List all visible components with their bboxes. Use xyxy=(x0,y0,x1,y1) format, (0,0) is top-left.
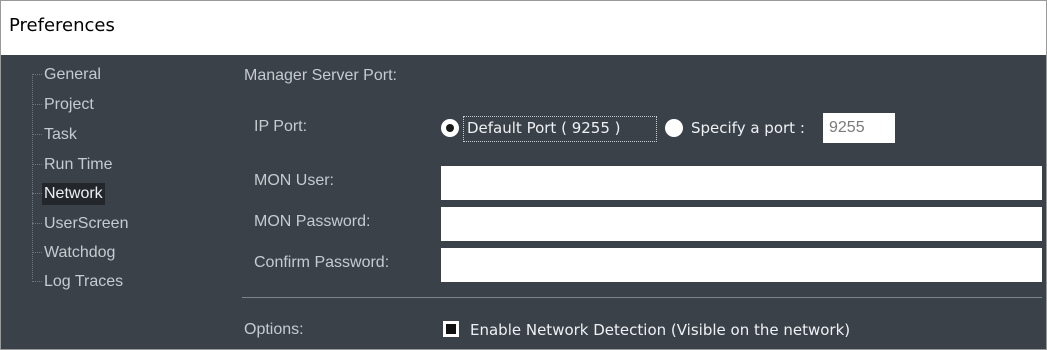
tree-item-label: Project xyxy=(44,96,94,113)
tree-item-label: UserScreen xyxy=(44,215,129,232)
confirm-password-label: Confirm Password: xyxy=(254,254,390,271)
tree-item-label: Network xyxy=(42,183,105,205)
ip-port-label: IP Port: xyxy=(254,118,308,135)
enable-network-detection-label[interactable]: Enable Network Detection (Visible on the… xyxy=(470,321,850,339)
specify-port-radio[interactable] xyxy=(665,119,683,137)
port-number-input[interactable]: 9255 xyxy=(823,113,895,143)
preferences-window: Preferences General Project Task Run Tim… xyxy=(0,0,1047,350)
tree-item-project[interactable]: Project xyxy=(32,93,172,117)
tree-item-general[interactable]: General xyxy=(32,63,172,87)
tree-item-run-time[interactable]: Run Time xyxy=(32,153,172,177)
options-label: Options: xyxy=(244,321,304,338)
section-title-manager-server-port: Manager Server Port: xyxy=(244,67,397,84)
default-port-radio[interactable] xyxy=(441,119,459,137)
enable-network-detection-checkbox[interactable] xyxy=(443,321,459,337)
mon-password-label: MON Password: xyxy=(254,213,371,230)
tree-item-label: Task xyxy=(44,126,77,143)
specify-port-label[interactable]: Specify a port : xyxy=(691,119,805,137)
tree-item-log-traces[interactable]: Log Traces xyxy=(32,270,172,294)
tree-item-label: Log Traces xyxy=(44,273,124,290)
section-divider xyxy=(242,297,1042,298)
tree-item-label: Run Time xyxy=(44,156,113,173)
default-port-label[interactable]: Default Port ( 9255 ) xyxy=(467,119,621,137)
mon-user-label: MON User: xyxy=(254,172,334,189)
tree-item-userscreen[interactable]: UserScreen xyxy=(32,212,172,236)
tree-item-label: General xyxy=(44,66,101,83)
mon-user-input[interactable] xyxy=(441,166,1042,200)
window-title: Preferences xyxy=(9,15,115,36)
tree-item-network[interactable]: Network xyxy=(32,182,172,206)
tree-item-label: Watchdog xyxy=(44,244,116,261)
preferences-body: General Project Task Run Time Network Us… xyxy=(1,55,1046,349)
mon-password-input[interactable] xyxy=(441,207,1042,241)
tree-item-task[interactable]: Task xyxy=(32,123,172,147)
title-bar: Preferences xyxy=(1,1,1046,55)
tree-item-watchdog[interactable]: Watchdog xyxy=(32,241,172,265)
confirm-password-input[interactable] xyxy=(441,248,1042,282)
